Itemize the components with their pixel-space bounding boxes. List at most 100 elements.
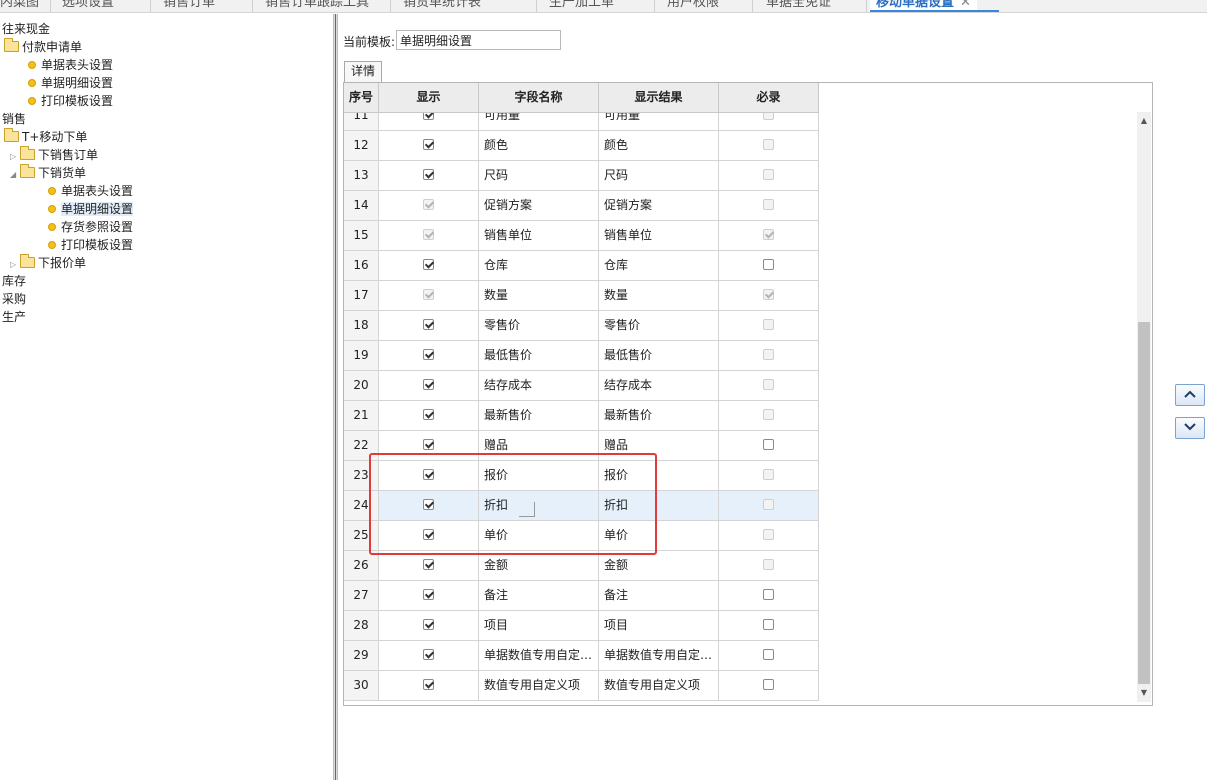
show-checkbox[interactable] — [423, 259, 434, 270]
table-row[interactable]: 28 项目 项目 — [344, 611, 819, 641]
panel-splitter[interactable] — [333, 14, 338, 780]
tab-2[interactable]: 选项设置 — [56, 0, 120, 12]
tree-node-delivery-note[interactable]: ◢ 下销货单 — [10, 164, 86, 182]
tree-node-production[interactable]: 生产 — [2, 308, 26, 326]
tree-node-purchase[interactable]: 采购 — [2, 290, 26, 308]
field-name-cell: 最低售价 — [479, 341, 599, 371]
required-checkbox[interactable] — [763, 649, 774, 660]
tab-7[interactable]: 用户权限 — [661, 0, 725, 12]
tab-6[interactable]: 生产加工单 — [543, 0, 620, 12]
show-checkbox[interactable] — [423, 319, 434, 330]
display-result-cell[interactable]: 促销方案 — [599, 191, 719, 221]
required-checkbox[interactable] — [763, 589, 774, 600]
tree-node-detail-settings-selected[interactable]: 单据明细设置 — [48, 200, 134, 218]
leaf-dot-icon — [48, 187, 56, 195]
show-checkbox[interactable] — [423, 169, 434, 180]
show-checkbox[interactable] — [423, 439, 434, 450]
table-row[interactable]: 27 备注 备注 — [344, 581, 819, 611]
tree-node-cash[interactable]: 往来现金 — [2, 20, 50, 38]
scroll-down-icon[interactable]: ▼ — [1137, 686, 1151, 700]
tab-5[interactable]: 销货单统计表 — [397, 0, 487, 12]
required-checkbox[interactable] — [763, 619, 774, 630]
display-result-cell[interactable]: 销售单位 — [599, 221, 719, 251]
table-row[interactable]: 29 单据数值专用自定义项 单据数值专用自定义项 — [344, 641, 819, 671]
tree-node-inventory[interactable]: 库存 — [2, 272, 26, 290]
show-checkbox[interactable] — [423, 113, 434, 120]
table-row[interactable]: 26 金额 金额 — [344, 551, 819, 581]
table-row[interactable]: 14 促销方案 促销方案 — [344, 191, 819, 221]
tree-node-sales-order[interactable]: ▷ 下销售订单 — [10, 146, 98, 164]
tree-node-quotation[interactable]: ▷ 下报价单 — [10, 254, 86, 272]
tree-node-print-template[interactable]: 打印模板设置 — [48, 236, 133, 254]
required-cell — [719, 581, 819, 611]
table-row[interactable]: 21 最新售价 最新售价 — [344, 401, 819, 431]
table-row[interactable]: 16 仓库 仓库 — [344, 251, 819, 281]
tree-node-header-settings[interactable]: 单据表头设置 — [48, 182, 133, 200]
display-result-cell[interactable]: 最低售价 — [599, 341, 719, 371]
table-row[interactable]: 20 结存成本 结存成本 — [344, 371, 819, 401]
tree-node-sales[interactable]: 销售 — [2, 110, 26, 128]
tab-1[interactable]: 内菜图 — [0, 0, 45, 12]
table-row[interactable]: 19 最低售价 最低售价 — [344, 341, 819, 371]
display-result-cell[interactable]: 颜色 — [599, 131, 719, 161]
move-up-button[interactable] — [1175, 384, 1205, 406]
table-row[interactable]: 15 销售单位 销售单位 — [344, 221, 819, 251]
display-result-cell[interactable]: 结存成本 — [599, 371, 719, 401]
required-checkbox — [763, 409, 774, 420]
show-checkbox[interactable] — [423, 349, 434, 360]
show-checkbox[interactable] — [423, 619, 434, 630]
table-row[interactable]: 18 零售价 零售价 — [344, 311, 819, 341]
show-checkbox[interactable] — [423, 409, 434, 420]
display-result-cell[interactable]: 数量 — [599, 281, 719, 311]
template-field[interactable] — [396, 30, 561, 50]
table-row[interactable]: 12 颜色 颜色 — [344, 131, 819, 161]
required-checkbox[interactable] — [763, 439, 774, 450]
scroll-up-icon[interactable]: ▲ — [1137, 114, 1151, 128]
tab-3[interactable]: 销售订单 — [157, 0, 221, 12]
tree-node-payment-request[interactable]: 付款申请单 — [4, 38, 82, 56]
show-checkbox — [423, 229, 434, 240]
tab-8[interactable]: 单据全免证 — [760, 0, 837, 12]
display-result-cell[interactable]: 数值专用自定义项 — [599, 671, 719, 701]
collapse-arrow-icon[interactable]: ◢ — [10, 166, 20, 184]
display-result-cell[interactable]: 单据数值专用自定义项 — [599, 641, 719, 671]
show-cell — [379, 581, 479, 611]
show-checkbox[interactable] — [423, 559, 434, 570]
tab-4[interactable]: 销售订单跟踪工具 — [259, 0, 375, 12]
table-row[interactable]: 30 数值专用自定义项 数值专用自定义项 — [344, 671, 819, 701]
tree-node-print-template[interactable]: 打印模板设置 — [28, 92, 113, 110]
close-icon[interactable]: ✕ — [960, 0, 971, 10]
display-result-cell[interactable]: 尺码 — [599, 161, 719, 191]
required-checkbox[interactable] — [763, 679, 774, 690]
show-cell — [379, 311, 479, 341]
table-row[interactable]: 11 可用量 可用量 — [344, 113, 819, 131]
required-checkbox[interactable] — [763, 259, 774, 270]
display-result-cell[interactable]: 最新售价 — [599, 401, 719, 431]
required-checkbox — [763, 113, 774, 120]
leaf-dot-icon — [28, 79, 36, 87]
show-checkbox[interactable] — [423, 589, 434, 600]
show-checkbox[interactable] — [423, 679, 434, 690]
show-checkbox[interactable] — [423, 649, 434, 660]
tab-detail[interactable]: 详情 — [344, 61, 382, 82]
tree-node-mobile-order[interactable]: T+移动下单 — [4, 128, 87, 146]
display-result-cell[interactable]: 仓库 — [599, 251, 719, 281]
show-cell — [379, 131, 479, 161]
display-result-cell[interactable]: 金额 — [599, 551, 719, 581]
display-result-cell[interactable]: 零售价 — [599, 311, 719, 341]
tree-node-detail-settings[interactable]: 单据明细设置 — [28, 74, 113, 92]
show-checkbox[interactable] — [423, 139, 434, 150]
table-row[interactable]: 17 数量 数量 — [344, 281, 819, 311]
show-cell — [379, 611, 479, 641]
scrollbar-thumb[interactable] — [1138, 322, 1150, 684]
display-result-cell[interactable]: 可用量 — [599, 113, 719, 131]
table-row[interactable]: 13 尺码 尺码 — [344, 161, 819, 191]
row-number: 17 — [344, 281, 379, 311]
tree-node-header-settings[interactable]: 单据表头设置 — [28, 56, 113, 74]
show-checkbox[interactable] — [423, 379, 434, 390]
move-down-button[interactable] — [1175, 417, 1205, 439]
tree-node-inventory-ref[interactable]: 存货参照设置 — [48, 218, 133, 236]
display-result-cell[interactable]: 备注 — [599, 581, 719, 611]
vertical-scrollbar[interactable]: ▲ ▼ — [1137, 112, 1151, 702]
display-result-cell[interactable]: 项目 — [599, 611, 719, 641]
